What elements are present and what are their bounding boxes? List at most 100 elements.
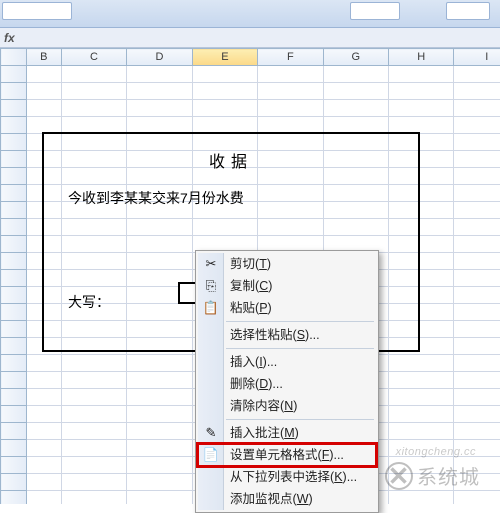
cell[interactable] (389, 185, 454, 202)
cell[interactable] (127, 406, 192, 423)
cell[interactable] (258, 168, 323, 185)
cell[interactable] (26, 287, 61, 304)
cell[interactable] (389, 423, 454, 440)
cell[interactable] (127, 474, 192, 491)
cell[interactable] (61, 219, 126, 236)
row-header[interactable] (1, 423, 27, 440)
cell[interactable] (258, 117, 323, 134)
context-menu-item[interactable]: ✎插入批注(M) (198, 422, 376, 444)
cell[interactable] (454, 355, 500, 372)
cell[interactable] (323, 83, 388, 100)
cell[interactable] (454, 168, 500, 185)
cell[interactable] (127, 100, 192, 117)
cell[interactable] (258, 151, 323, 168)
cell[interactable] (389, 83, 454, 100)
cell[interactable] (454, 202, 500, 219)
cell[interactable] (61, 287, 126, 304)
cell[interactable] (454, 100, 500, 117)
cell[interactable] (323, 117, 388, 134)
cell[interactable] (454, 83, 500, 100)
cell[interactable] (389, 389, 454, 406)
cell[interactable] (454, 253, 500, 270)
cell[interactable] (61, 457, 126, 474)
formula-bar[interactable]: fx (0, 28, 500, 48)
col-header[interactable]: G (323, 49, 388, 66)
fx-icon[interactable]: fx (4, 31, 15, 45)
cell[interactable] (61, 253, 126, 270)
cell[interactable] (389, 219, 454, 236)
cell[interactable] (389, 117, 454, 134)
cell[interactable] (26, 100, 61, 117)
cell[interactable] (26, 134, 61, 151)
cell[interactable] (61, 491, 126, 505)
cell[interactable] (61, 117, 126, 134)
cell[interactable] (26, 202, 61, 219)
row-header[interactable] (1, 440, 27, 457)
context-menu-item[interactable]: 从下拉列表中选择(K)... (198, 466, 376, 488)
cell[interactable] (258, 219, 323, 236)
cell[interactable] (127, 253, 192, 270)
cell[interactable] (26, 304, 61, 321)
cell[interactable] (454, 304, 500, 321)
context-menu-item[interactable]: 📋粘贴(P) (198, 297, 376, 319)
row-header[interactable] (1, 321, 27, 338)
cell[interactable] (127, 321, 192, 338)
row-header[interactable] (1, 457, 27, 474)
cell[interactable] (127, 117, 192, 134)
cell[interactable] (389, 457, 454, 474)
cell[interactable] (454, 423, 500, 440)
context-menu[interactable]: ✂剪切(T)⎘复制(C)📋粘贴(P)选择性粘贴(S)...插入(I)...删除(… (195, 250, 379, 513)
cell[interactable] (61, 406, 126, 423)
cell[interactable] (127, 168, 192, 185)
col-header[interactable]: C (61, 49, 126, 66)
zoom-dropdown[interactable] (350, 2, 400, 20)
cell[interactable] (127, 236, 192, 253)
row-header[interactable] (1, 83, 27, 100)
cell[interactable] (454, 270, 500, 287)
cell[interactable] (127, 389, 192, 406)
cell[interactable] (389, 287, 454, 304)
cell[interactable] (127, 151, 192, 168)
cell[interactable] (454, 440, 500, 457)
row-header[interactable] (1, 219, 27, 236)
cell[interactable] (454, 457, 500, 474)
row-header[interactable] (1, 304, 27, 321)
cell[interactable] (454, 338, 500, 355)
cell[interactable] (389, 338, 454, 355)
row-header[interactable] (1, 100, 27, 117)
context-menu-item[interactable]: 清除内容(N) (198, 395, 376, 417)
cell[interactable] (61, 389, 126, 406)
cell[interactable] (258, 185, 323, 202)
cell[interactable] (26, 83, 61, 100)
select-all-corner[interactable] (1, 49, 27, 66)
col-header[interactable]: F (258, 49, 323, 66)
cell[interactable] (127, 423, 192, 440)
cell[interactable] (454, 151, 500, 168)
cell[interactable] (389, 440, 454, 457)
context-menu-item[interactable]: 删除(D)... (198, 373, 376, 395)
cell[interactable] (389, 202, 454, 219)
cell[interactable] (26, 321, 61, 338)
cell[interactable] (389, 134, 454, 151)
cell[interactable] (389, 236, 454, 253)
cell[interactable] (389, 491, 454, 505)
cell[interactable] (323, 185, 388, 202)
cell[interactable] (454, 321, 500, 338)
cell[interactable] (127, 134, 192, 151)
cell[interactable] (454, 236, 500, 253)
cell[interactable] (26, 440, 61, 457)
cell[interactable] (389, 304, 454, 321)
col-header[interactable]: H (389, 49, 454, 66)
cell[interactable] (26, 474, 61, 491)
cell[interactable] (389, 253, 454, 270)
cell[interactable] (26, 389, 61, 406)
cell[interactable] (258, 100, 323, 117)
cell[interactable] (323, 168, 388, 185)
cell[interactable] (454, 491, 500, 505)
cell[interactable] (127, 270, 192, 287)
cell[interactable] (454, 185, 500, 202)
cell[interactable] (192, 185, 257, 202)
cell[interactable] (258, 66, 323, 83)
cell[interactable] (26, 117, 61, 134)
cell[interactable] (454, 389, 500, 406)
